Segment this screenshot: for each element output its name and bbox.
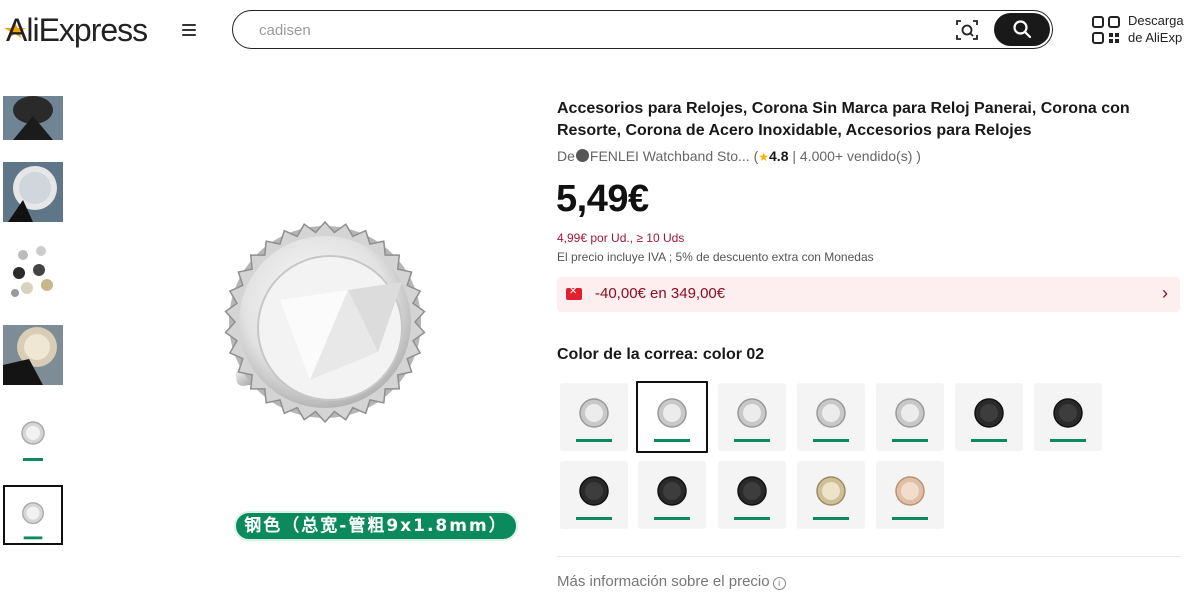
- color-swatch[interactable]: [797, 461, 865, 529]
- coupon-banner[interactable]: -40,00€ en 349,00€ ›: [557, 277, 1180, 312]
- color-swatch[interactable]: [1034, 383, 1102, 451]
- swatch-image: [576, 476, 612, 520]
- price: 5,49€: [556, 178, 649, 220]
- swatch-image: [971, 398, 1007, 442]
- color-swatch[interactable]: [560, 383, 628, 451]
- image-caption-badge: 钢色（总宽-管粗9x1.8mm）: [234, 511, 518, 541]
- store-line: De FENLEI Watchband Sto... (★4.8 | 4.000+…: [557, 148, 921, 164]
- sold-count: | 4.000+ vendido(s) ): [788, 148, 921, 164]
- thumbnail-4[interactable]: [3, 325, 63, 385]
- swatch-image: [892, 398, 928, 442]
- aliexpress-logo[interactable]: AliExpress: [6, 12, 148, 49]
- color-swatch[interactable]: [718, 383, 786, 451]
- rating-value: 4.8: [769, 148, 789, 164]
- search-bar: [232, 10, 1053, 49]
- download-app-link[interactable]: Descarga de AliExp: [1128, 12, 1184, 46]
- chevron-right-icon: ›: [1162, 283, 1168, 303]
- main-product-image[interactable]: /* placeholder */: [120, 60, 540, 560]
- thumbnail-3[interactable]: [3, 243, 63, 303]
- qr-code-icon[interactable]: [1092, 16, 1120, 44]
- header: AliExpress De: [0, 0, 1184, 62]
- store-icon: [575, 149, 589, 162]
- star-icon: ★: [758, 150, 770, 164]
- thumbnail-1[interactable]: [3, 96, 63, 140]
- info-icon: i: [772, 577, 786, 590]
- color-swatch[interactable]: [797, 383, 865, 451]
- thumbnail-image: [3, 162, 63, 222]
- search-button[interactable]: [994, 13, 1050, 46]
- swatch-image: [734, 476, 770, 520]
- divider: [557, 556, 1180, 557]
- thumbnail-image: [3, 325, 63, 385]
- swatch-image: [813, 398, 849, 442]
- product-title: Accesorios para Relojes, Corona Sin Marc…: [557, 100, 1130, 139]
- search-input[interactable]: [259, 19, 939, 41]
- color-swatch[interactable]: [876, 383, 944, 451]
- menu-icon[interactable]: [182, 24, 196, 36]
- image-search-icon[interactable]: [955, 19, 979, 41]
- swatch-image: [813, 476, 849, 520]
- color-label: Color de la correa: color 02: [557, 346, 765, 363]
- tax-note: El precio incluye IVA ; 5% de descuento …: [557, 250, 874, 264]
- color-swatch[interactable]: [955, 383, 1023, 451]
- swatch-image: [1050, 398, 1086, 442]
- store-name-link[interactable]: FENLEI Watchband Sto...: [590, 148, 750, 164]
- thumbnail-image: [22, 502, 44, 540]
- swatch-image: [654, 398, 690, 442]
- coupon-icon: [566, 286, 582, 300]
- thumbnail-2[interactable]: [3, 162, 63, 222]
- product-page: AliExpress De: [0, 0, 1184, 601]
- thumbnail-6-selected[interactable]: [3, 485, 63, 545]
- color-swatch[interactable]: [560, 461, 628, 529]
- thumbnail-5[interactable]: [3, 405, 63, 465]
- color-swatch[interactable]: [718, 461, 786, 529]
- thumbnail-image: [21, 421, 45, 461]
- swatch-image: [734, 398, 770, 442]
- bulk-price: 4,99€ por Ud., ≥ 10 Uds: [557, 231, 685, 245]
- color-swatch[interactable]: [876, 461, 944, 529]
- swatch-image: [654, 476, 690, 520]
- search-icon: [1013, 20, 1032, 39]
- thumbnail-image: [3, 96, 63, 140]
- thumbnail-image: [11, 246, 53, 297]
- swatch-image: [892, 476, 928, 520]
- coupon-text: -40,00€ en 349,00€: [595, 285, 726, 302]
- store-prefix: De: [557, 148, 575, 164]
- more-price-info-link[interactable]: Más información sobre el precio i: [557, 573, 786, 590]
- color-swatch[interactable]: [638, 461, 706, 529]
- swatch-image: [576, 398, 612, 442]
- color-swatch[interactable]: [636, 381, 708, 453]
